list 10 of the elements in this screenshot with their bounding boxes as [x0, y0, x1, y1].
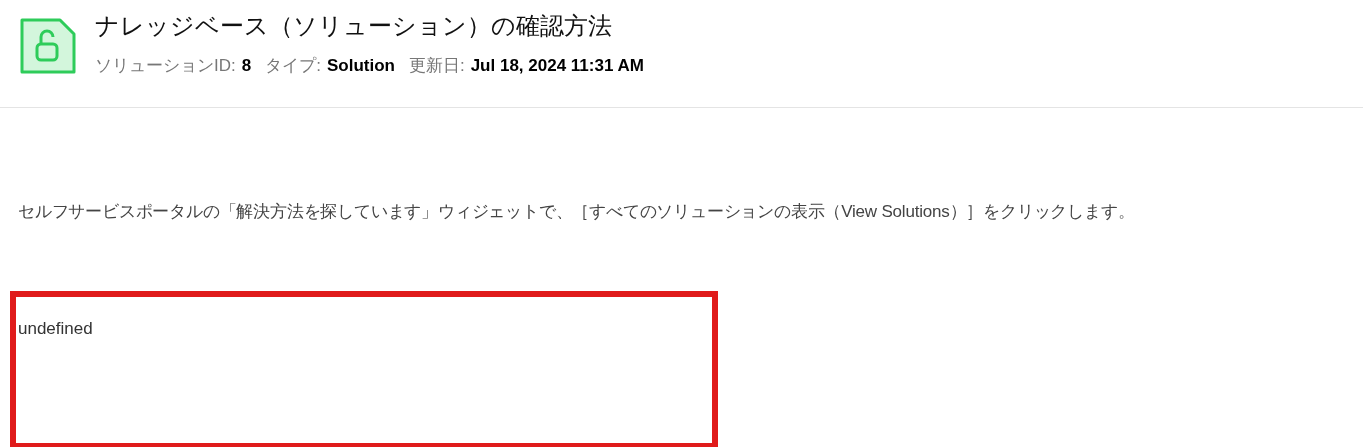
meta-value: 8 [241, 56, 252, 76]
box-text: undefined [18, 319, 93, 339]
article-title: ナレッジベース（ソリューション）の確認方法 [95, 11, 613, 41]
meta-label: 更新日: [408, 55, 465, 77]
unlocked-document-icon [18, 16, 78, 76]
meta-label: タイプ: [265, 55, 321, 77]
meta-value: Solution [326, 56, 395, 76]
meta-value: Jul 18, 2024 11:31 AM [470, 56, 644, 76]
meta-label: ソリューションID: [95, 55, 236, 77]
instruction-text: セルフサービスポータルの「解決方法を探しています」ウィジェットで、［すべてのソリューションの表示（View Solutions）］をクリックします。 [18, 201, 1136, 223]
